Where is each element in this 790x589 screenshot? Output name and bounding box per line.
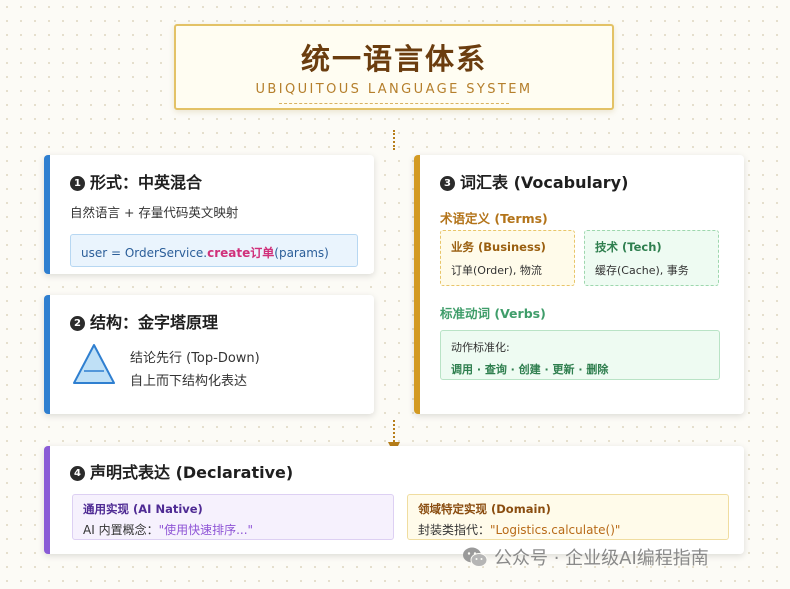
- card-declarative-title: 4 声明式表达 (Declarative): [70, 459, 744, 483]
- terms-heading: 术语定义 (Terms): [440, 211, 548, 226]
- watermark-text: 公众号 · 企业级AI编程指南: [494, 548, 709, 569]
- watermark: 公众号 · 企业级AI编程指南: [462, 544, 709, 570]
- wechat-icon: [463, 547, 488, 567]
- pyramid-line-2: 自上而下结构化表达: [130, 374, 248, 389]
- verbs-list: 调用 · 查询 · 创建 · 更新 · 删除: [451, 363, 609, 376]
- verbs-lead: 动作标准化:: [451, 341, 510, 354]
- business-terms-box: 业务 (Business) 订单(Order), 物流: [440, 230, 575, 286]
- tech-terms-box: 技术 (Tech) 缓存(Cache), 事务: [584, 230, 719, 286]
- pyramid-lines: 结论先行 (Top-Down) 自上而下结构化表达: [130, 347, 260, 393]
- ai-native-box: 通用实现 (AI Native) AI 内置概念："使用快速排序...": [72, 494, 394, 540]
- card-vocabulary-title: 3 词汇表 (Vocabulary): [440, 169, 744, 193]
- verbs-heading: 标准动词 (Verbs): [440, 306, 546, 321]
- card-form-description: 自然语言 + 存量代码英文映射: [70, 205, 239, 220]
- code-suffix: (params): [274, 246, 329, 260]
- domain-prefix: 封装类指代：: [418, 523, 491, 537]
- business-terms-text: 订单(Order), 物流: [451, 264, 542, 277]
- business-terms-title: 业务 (Business): [451, 240, 546, 254]
- number-badge-4: 4: [70, 466, 85, 481]
- page-title: 统一语言体系: [300, 42, 487, 76]
- tech-terms-title: 技术 (Tech): [595, 240, 662, 254]
- domain-line: 封装类指代："Logistics.calculate()": [418, 521, 728, 538]
- ai-native-line: AI 内置概念："使用快速排序...": [83, 521, 393, 538]
- card-vocabulary-title-text: 词汇表 (Vocabulary): [460, 173, 629, 192]
- card-form-title-text: 形式：中英混合: [90, 173, 203, 192]
- connector-top: [393, 130, 395, 150]
- card-vocabulary: 3 词汇表 (Vocabulary) 术语定义 (Terms) 业务 (Busin…: [414, 155, 744, 414]
- code-prefix: user = OrderService.: [81, 246, 208, 260]
- pyramid-icon: [72, 343, 116, 385]
- page-subtitle: UBIQUITOUS LANGUAGE SYSTEM: [255, 82, 533, 97]
- ai-native-prefix: AI 内置概念：: [83, 523, 159, 537]
- card-structure-title: 2 结构：金字塔原理: [70, 309, 374, 333]
- pyramid-line-1: 结论先行 (Top-Down): [130, 351, 260, 366]
- card-declarative: 4 声明式表达 (Declarative) 通用实现 (AI Native) AI…: [44, 446, 744, 554]
- domain-quote: "Logistics.calculate()": [490, 523, 621, 537]
- card-form: 1 形式：中英混合 自然语言 + 存量代码英文映射 user = OrderSer…: [44, 155, 374, 274]
- subtitle-underline: [279, 103, 509, 104]
- title-box: 统一语言体系 UBIQUITOUS LANGUAGE SYSTEM: [174, 24, 614, 110]
- card-form-title: 1 形式：中英混合: [70, 169, 374, 193]
- code-highlight: create订单: [207, 246, 275, 260]
- verbs-box: 动作标准化: 调用 · 查询 · 创建 · 更新 · 删除: [440, 330, 720, 380]
- domain-title: 领域特定实现 (Domain): [418, 502, 551, 516]
- card-declarative-title-text: 声明式表达 (Declarative): [90, 463, 294, 482]
- number-badge-3: 3: [440, 176, 455, 191]
- card-structure-title-text: 结构：金字塔原理: [90, 313, 219, 332]
- number-badge-2: 2: [70, 316, 85, 331]
- tech-terms-text: 缓存(Cache), 事务: [595, 264, 689, 277]
- card-structure: 2 结构：金字塔原理 结论先行 (Top-Down) 自上而下结构化表达: [44, 295, 374, 414]
- ai-native-title: 通用实现 (AI Native): [83, 502, 203, 516]
- code-example: user = OrderService.create订单(params): [70, 234, 358, 267]
- ai-native-quote: "使用快速排序...": [158, 523, 254, 537]
- domain-box: 领域特定实现 (Domain) 封装类指代："Logistics.calcula…: [407, 494, 729, 540]
- number-badge-1: 1: [70, 176, 85, 191]
